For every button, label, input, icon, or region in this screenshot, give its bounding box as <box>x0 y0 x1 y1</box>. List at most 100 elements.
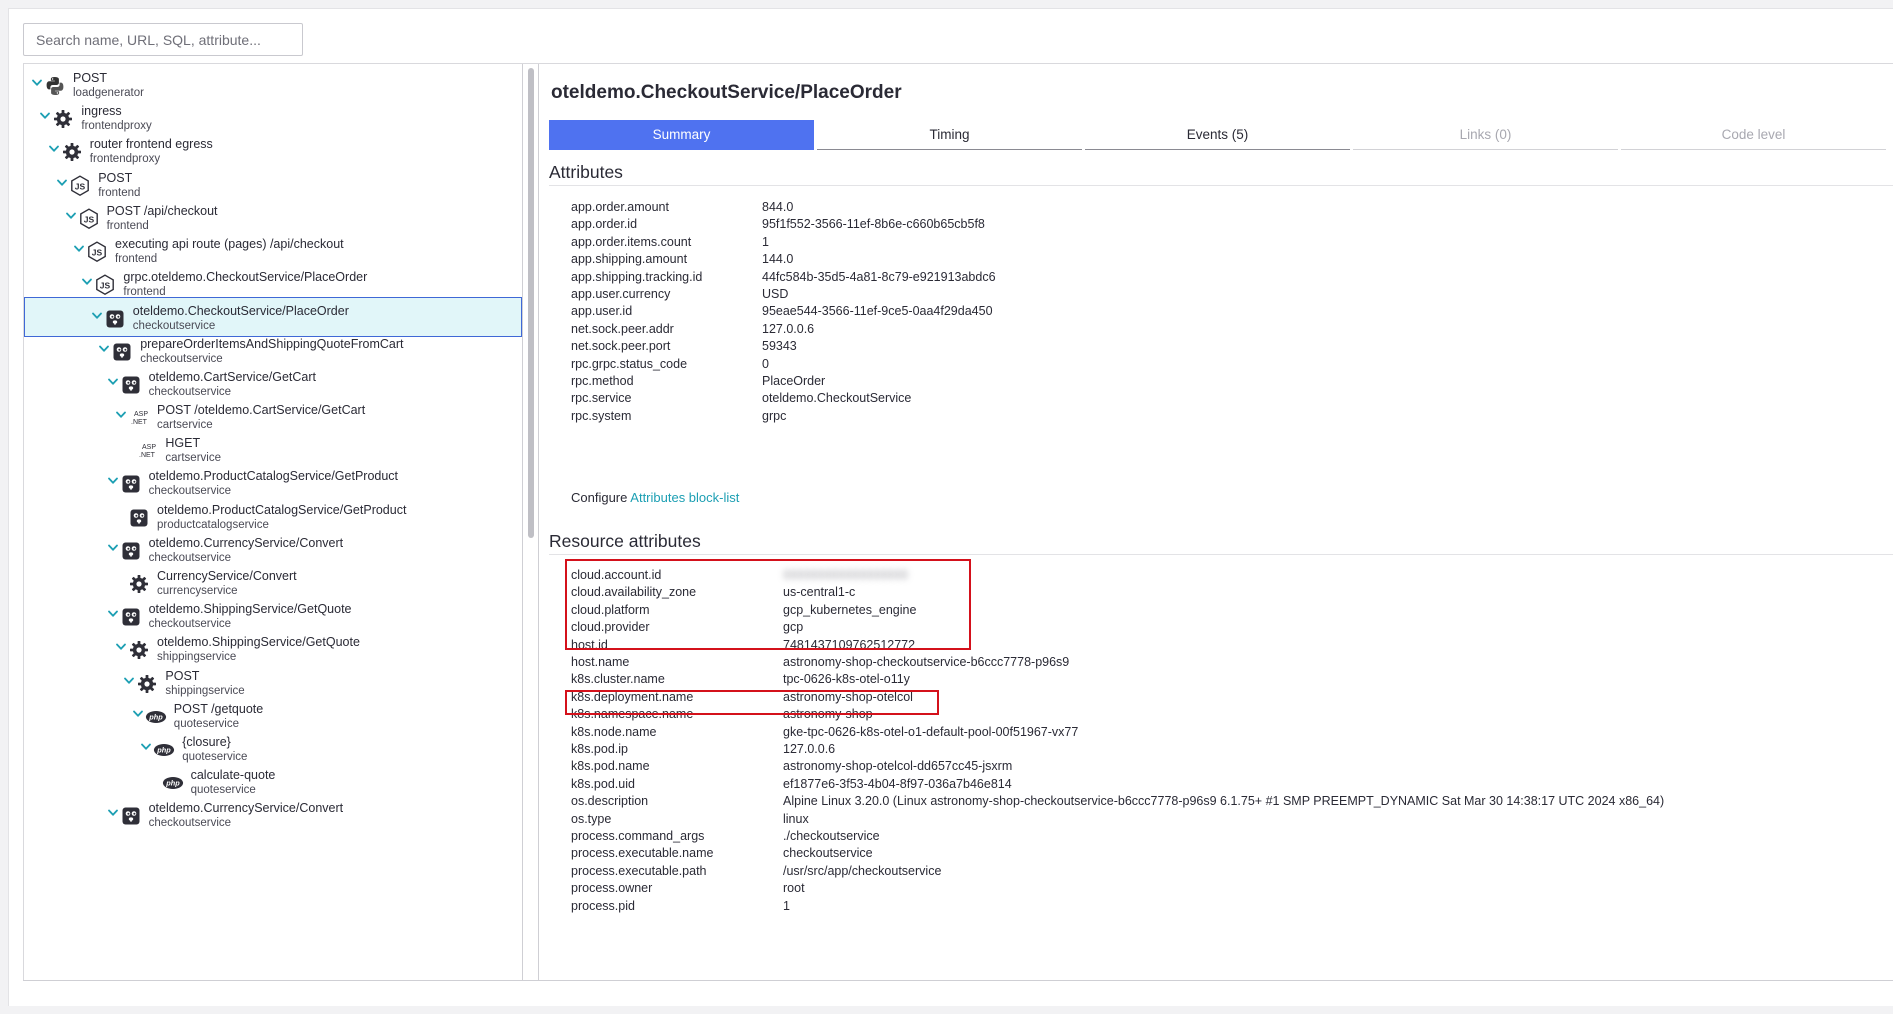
service-name: checkoutservice <box>148 817 232 830</box>
attribute-key: rpc.system <box>571 408 632 423</box>
chevron-down-icon[interactable] <box>91 312 102 322</box>
chevron-down-icon[interactable] <box>124 677 135 687</box>
chevron-down-icon[interactable] <box>57 179 68 189</box>
span-name: oteldemo.ProductCatalogService/GetProduc… <box>157 502 407 517</box>
tree-row-text: oteldemo.CartService/GetCart checkoutserv… <box>149 370 316 400</box>
tree-row-text: POST /getquote quoteservice <box>174 702 263 732</box>
svg-text:JS: JS <box>92 248 103 258</box>
tab-timing[interactable]: Timing <box>817 120 1082 150</box>
nodejs-icon: JS <box>94 274 116 296</box>
tab-code-level[interactable]: Code level <box>1621 120 1886 150</box>
span-details-panel: oteldemo.CheckoutService/PlaceOrder Summ… <box>549 64 1893 980</box>
span-name: oteldemo.CheckoutService/PlaceOrder <box>132 304 349 319</box>
tree-row-text: POST shippingservice <box>165 669 244 699</box>
attributes-heading: Attributes <box>549 162 623 182</box>
nodejs-icon: JS <box>69 174 91 197</box>
chevron-down-icon[interactable] <box>32 79 42 89</box>
span-name: {closure} <box>182 735 231 749</box>
tree-row-text: oteldemo.CurrencyService/Convert checkout… <box>149 801 344 831</box>
svg-text:ASP: ASP <box>134 411 148 418</box>
span-name: CurrencyService/Convert <box>157 569 297 583</box>
tree-row-text: ingress frontendproxy <box>81 104 151 134</box>
tree-row-text: HGET cartservice <box>165 436 221 466</box>
go-icon <box>120 606 142 628</box>
chevron-down-icon[interactable] <box>48 145 59 155</box>
configure-line: Configure Attributes block-list <box>571 490 739 505</box>
gear-icon <box>52 108 74 130</box>
tree-row-text: prepareOrderItemsAndShippingQuoteFromCar… <box>140 337 403 367</box>
span-name: ingress <box>81 104 122 119</box>
chevron-down-icon[interactable] <box>107 809 118 819</box>
detail-tabs: Summary Timing Events (5) Links (0) Code… <box>549 120 1893 150</box>
chevron-down-icon[interactable] <box>107 544 118 554</box>
aspnet-icon: ASP .NET <box>128 407 150 429</box>
attributes-block-list-link[interactable]: Attributes block-list <box>630 490 739 505</box>
highlight-box-cluster <box>565 690 939 715</box>
resource-attributes-divider <box>549 554 1893 555</box>
gear-icon <box>128 573 150 595</box>
tree-row-text: oteldemo.ProductCatalogService/GetProduc… <box>149 469 398 499</box>
go-icon <box>120 374 142 396</box>
tree-row-text: calculate-quote quoteservice <box>191 768 276 798</box>
svg-text:php: php <box>165 779 180 788</box>
chevron-down-icon[interactable] <box>107 477 118 487</box>
gear-icon <box>128 639 150 661</box>
attribute-key: process.pid <box>571 898 635 913</box>
svg-text:JS: JS <box>75 181 86 191</box>
span-name: POST <box>73 71 108 85</box>
highlight-box-cloud <box>565 559 971 650</box>
span-name: oteldemo.ShippingService/GetQuote <box>148 602 352 617</box>
tab-links[interactable]: Links (0) <box>1353 120 1618 150</box>
panel-divider <box>538 64 539 980</box>
svg-text:JS: JS <box>100 281 111 291</box>
tree-scrollbar-thumb[interactable] <box>528 68 534 538</box>
aspnet-icon: ASP .NET <box>136 440 158 462</box>
chevron-down-icon[interactable] <box>40 112 51 122</box>
span-name: calculate-quote <box>190 768 276 783</box>
tree-row-text: POST frontend <box>98 171 140 201</box>
tree-row[interactable]: oteldemo.CurrencyService/Convert checkout… <box>24 795 522 835</box>
span-name: oteldemo.CartService/GetCart <box>148 369 317 384</box>
chevron-down-icon[interactable] <box>116 643 126 653</box>
tree-row-text: POST /api/checkout frontend <box>107 204 218 234</box>
tree-row-text: oteldemo.ShippingService/GetQuote shippin… <box>157 635 360 665</box>
span-name: grpc.oteldemo.CheckoutService/PlaceOrder <box>123 270 368 285</box>
tab-summary[interactable]: Summary <box>549 120 814 150</box>
span-name: oteldemo.ProductCatalogService/GetProduc… <box>148 469 399 484</box>
chevron-down-icon[interactable] <box>65 212 76 222</box>
resource-attributes-heading: Resource attributes <box>549 531 701 551</box>
svg-text:ASP: ASP <box>142 444 156 451</box>
tree-row-text: oteldemo.CurrencyService/Convert checkout… <box>149 536 344 566</box>
trace-tree: POST loadgenerator ingress frontendproxy rou… <box>23 64 523 980</box>
chevron-down-icon[interactable] <box>132 710 143 720</box>
tree-row-text: POST /oteldemo.CartService/GetCart cartse… <box>157 403 365 433</box>
chevron-down-icon[interactable] <box>116 411 126 421</box>
tree-row-text: router frontend egress frontendproxy <box>90 137 213 167</box>
tree-row-text: {closure} quoteservice <box>182 735 247 765</box>
span-name: POST <box>98 170 133 185</box>
attributes-divider <box>549 185 1893 186</box>
search-input[interactable] <box>23 23 303 56</box>
chevron-down-icon[interactable] <box>74 245 84 255</box>
span-name: prepareOrderItemsAndShippingQuoteFromCar… <box>140 336 404 351</box>
span-name: POST /oteldemo.CartService/GetCart <box>157 403 366 417</box>
nodejs-icon: JS <box>78 208 100 230</box>
go-icon <box>111 341 133 363</box>
attribute-value: /usr/src/app/checkoutservice <box>783 863 942 878</box>
configure-label: Configure <box>571 490 628 505</box>
go-icon <box>120 473 142 495</box>
go-icon <box>128 507 150 529</box>
python-icon <box>44 75 66 97</box>
tab-events[interactable]: Events (5) <box>1085 120 1350 150</box>
php-icon: php <box>145 706 167 728</box>
tree-row-text: grpc.oteldemo.CheckoutService/PlaceOrder… <box>123 270 367 300</box>
chevron-down-icon[interactable] <box>107 610 118 620</box>
chevron-down-icon[interactable] <box>107 378 118 388</box>
chevron-down-icon[interactable] <box>82 278 93 288</box>
footer-divider <box>23 980 1893 981</box>
span-name: executing api route (pages) /api/checkou… <box>115 237 344 251</box>
chevron-down-icon[interactable] <box>99 345 110 355</box>
gear-icon <box>136 673 158 695</box>
attribute-value: 1 <box>783 898 790 913</box>
chevron-down-icon[interactable] <box>141 743 152 753</box>
